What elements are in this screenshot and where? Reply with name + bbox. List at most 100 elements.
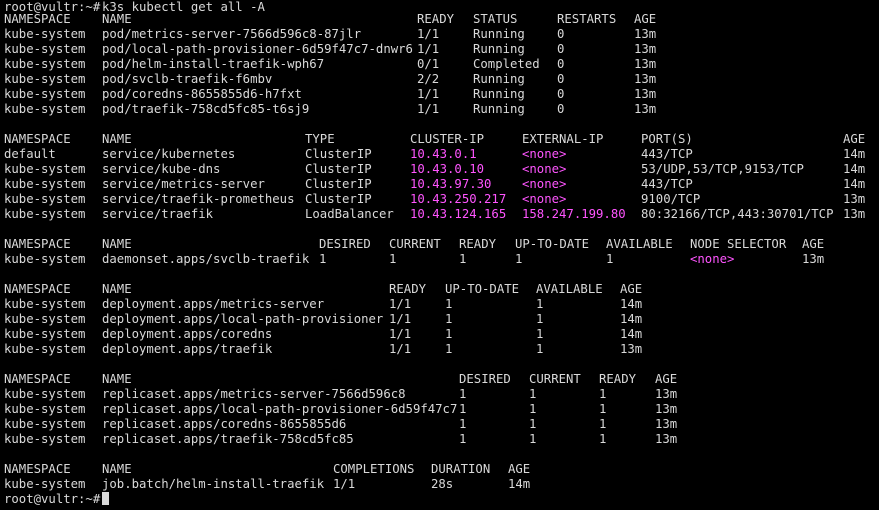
status-cell: Running bbox=[473, 27, 525, 41]
column-header: EXTERNAL-IP bbox=[522, 132, 604, 146]
current-cell: 1 bbox=[389, 252, 397, 266]
terminal-cursor[interactable] bbox=[102, 492, 109, 507]
restarts-cell: 0 bbox=[557, 72, 565, 86]
up-to-date-cell: 1 bbox=[515, 252, 523, 266]
table-row: kube-system deployment.apps/traefik 1/1 1 1 1… bbox=[0, 342, 879, 357]
namespace-cell: kube-system bbox=[4, 27, 86, 41]
column-header: NAME bbox=[102, 462, 132, 476]
column-header: AVAILABLE bbox=[606, 237, 673, 251]
namespace-cell: kube-system bbox=[4, 177, 86, 191]
up-to-date-cell: 1 bbox=[445, 297, 453, 311]
desired-cell: 1 bbox=[459, 387, 467, 401]
age-cell: 13m bbox=[634, 27, 657, 41]
age-cell: 14m bbox=[620, 297, 643, 311]
cluster-ip-cell: 10.43.124.165 bbox=[410, 207, 507, 221]
column-header: NAME bbox=[102, 282, 132, 296]
type-cell: LoadBalancer bbox=[305, 207, 394, 221]
table-row: kube-system pod/metrics-server-7566d596c8… bbox=[0, 27, 879, 42]
namespace-cell: kube-system bbox=[4, 252, 86, 266]
name-cell: deployment.apps/coredns bbox=[102, 327, 273, 341]
column-header: DESIRED bbox=[459, 372, 511, 386]
column-header: AGE bbox=[802, 237, 825, 251]
table-row: default service/kubernetes ClusterIP 10.43.… bbox=[0, 147, 879, 162]
name-cell: pod/local-path-provisioner-6d59f47c7-dnw… bbox=[102, 42, 413, 56]
name-cell: pod/coredns-8655855d6-h7fxt bbox=[102, 87, 302, 101]
namespace-cell: kube-system bbox=[4, 432, 86, 446]
name-cell: replicaset.apps/metrics-server-7566d596c… bbox=[102, 387, 406, 401]
type-cell: ClusterIP bbox=[305, 162, 372, 176]
final-prompt-line[interactable]: root@vultr:~# bbox=[0, 492, 879, 507]
status-cell: Running bbox=[473, 42, 525, 56]
ready-cell: 0/1 bbox=[417, 57, 440, 71]
namespace-cell: kube-system bbox=[4, 102, 86, 116]
desired-cell: 1 bbox=[459, 432, 467, 446]
name-cell: pod/svclb-traefik-f6mbv bbox=[102, 72, 273, 86]
column-header: CURRENT bbox=[529, 372, 581, 386]
table-header-row: NAMESPACE NAME DESIRED CURRENT READY AGE bbox=[0, 372, 879, 387]
table-row: kube-system replicaset.apps/coredns-86558… bbox=[0, 417, 879, 432]
current-cell: 1 bbox=[529, 402, 537, 416]
age-cell: 14m bbox=[843, 177, 866, 191]
column-header: TYPE bbox=[305, 132, 335, 146]
status-cell: Completed bbox=[473, 57, 540, 71]
column-header: CLUSTER-IP bbox=[410, 132, 485, 146]
type-cell: ClusterIP bbox=[305, 192, 372, 206]
table-row: kube-system service/kube-dns ClusterIP 10.4… bbox=[0, 162, 879, 177]
status-cell: Running bbox=[473, 87, 525, 101]
cluster-ip-cell: 10.43.0.10 bbox=[410, 162, 485, 176]
column-header: AGE bbox=[634, 12, 657, 26]
age-cell: 13m bbox=[634, 87, 657, 101]
namespace-cell: kube-system bbox=[4, 42, 86, 56]
table-header-row: NAMESPACE NAME TYPE CLUSTER-IP EXTERNAL-IP PO… bbox=[0, 132, 879, 147]
table-row: kube-system service/traefik-prometheus Clu… bbox=[0, 192, 879, 207]
external-ip-cell: <none> bbox=[522, 147, 567, 161]
ready-cell: 1/1 bbox=[389, 312, 412, 326]
table-row: kube-system job.batch/helm-install-traefi… bbox=[0, 477, 879, 492]
age-cell: 13m bbox=[620, 342, 643, 356]
desired-cell: 1 bbox=[319, 252, 327, 266]
column-header: AGE bbox=[655, 372, 678, 386]
name-cell: service/traefik-prometheus bbox=[102, 192, 295, 206]
current-cell: 1 bbox=[529, 432, 537, 446]
table-row: kube-system replicaset.apps/traefik-758cd… bbox=[0, 432, 879, 447]
column-header: NAME bbox=[102, 237, 132, 251]
namespace-cell: kube-system bbox=[4, 207, 86, 221]
ready-cell: 1 bbox=[599, 402, 607, 416]
ready-cell: 1/1 bbox=[389, 297, 412, 311]
namespace-cell: default bbox=[4, 147, 56, 161]
column-header: NAMESPACE bbox=[4, 12, 71, 26]
restarts-cell: 0 bbox=[557, 27, 565, 41]
type-cell: ClusterIP bbox=[305, 177, 372, 191]
shell-prompt: root@vultr:~# bbox=[4, 492, 101, 506]
completions-cell: 1/1 bbox=[333, 477, 356, 491]
name-cell: deployment.apps/local-path-provisioner bbox=[102, 312, 384, 326]
table-row: kube-system pod/coredns-8655855d6-h7fxt 1/… bbox=[0, 87, 879, 102]
column-header: READY bbox=[599, 372, 637, 386]
up-to-date-cell: 1 bbox=[445, 342, 453, 356]
current-cell: 1 bbox=[529, 387, 537, 401]
namespace-cell: kube-system bbox=[4, 57, 86, 71]
name-cell: daemonset.apps/svclb-traefik bbox=[102, 252, 310, 266]
available-cell: 1 bbox=[536, 297, 544, 311]
terminal-window[interactable]: root@vultr:~# k3s kubectl get all -A NAM… bbox=[0, 0, 879, 510]
namespace-cell: kube-system bbox=[4, 417, 86, 431]
column-header: AGE bbox=[843, 132, 866, 146]
table-row: kube-system pod/traefik-758cd5fc85-t6sj9 1… bbox=[0, 102, 879, 117]
column-header: RESTARTS bbox=[557, 12, 617, 26]
column-header: COMPLETIONS bbox=[333, 462, 415, 476]
name-cell: service/kube-dns bbox=[102, 162, 221, 176]
age-cell: 14m bbox=[508, 477, 531, 491]
column-header: AVAILABLE bbox=[536, 282, 603, 296]
column-header: AGE bbox=[508, 462, 531, 476]
ready-cell: 1/1 bbox=[389, 342, 412, 356]
up-to-date-cell: 1 bbox=[445, 312, 453, 326]
namespace-cell: kube-system bbox=[4, 402, 86, 416]
external-ip-cell: <none> bbox=[522, 192, 567, 206]
external-ip-cell: 158.247.199.80 bbox=[522, 207, 626, 221]
column-header: STATUS bbox=[473, 12, 518, 26]
column-header: DURATION bbox=[431, 462, 491, 476]
cluster-ip-cell: 10.43.0.1 bbox=[410, 147, 477, 161]
name-cell: deployment.apps/traefik bbox=[102, 342, 273, 356]
available-cell: 1 bbox=[536, 342, 544, 356]
restarts-cell: 0 bbox=[557, 102, 565, 116]
